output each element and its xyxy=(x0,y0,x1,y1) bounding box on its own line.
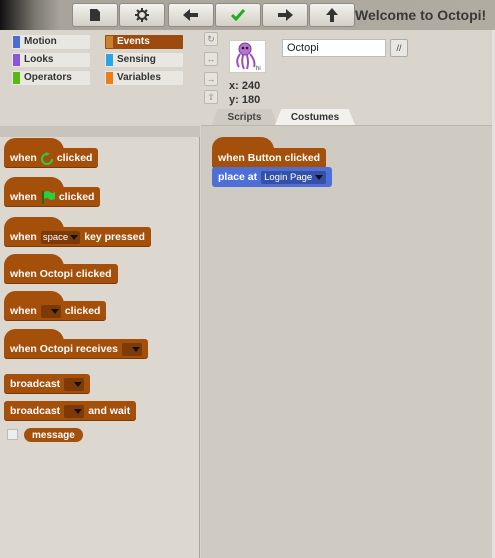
category-sensing[interactable]: Sensing xyxy=(105,53,183,67)
block-text: key pressed xyxy=(84,231,145,243)
arrow-right-icon[interactable]: → xyxy=(204,72,218,86)
block-when-clicked-1[interactable]: when clicked xyxy=(4,148,99,168)
rotate-icon[interactable]: ↻ xyxy=(204,32,218,46)
upload-arrow-up-icon xyxy=(326,8,338,22)
category-label: Motion xyxy=(24,36,57,47)
operators-swatch xyxy=(13,72,20,84)
script-when-button-clicked[interactable]: when Button clicked xyxy=(212,148,327,168)
new-file-button[interactable] xyxy=(72,3,118,27)
script-place-at[interactable]: place at Login Page xyxy=(212,167,333,187)
block-text: broadcast xyxy=(10,378,61,390)
block-text: when Button clicked xyxy=(218,152,321,164)
place-target-value: Login Page xyxy=(264,171,313,183)
place-target-dropdown[interactable]: Login Page xyxy=(261,170,327,184)
sprite-edit-button[interactable]: // xyxy=(390,39,408,57)
block-when-flag-clicked[interactable]: when clicked xyxy=(4,187,101,207)
looks-swatch xyxy=(13,54,20,66)
block-text: when xyxy=(10,231,37,243)
settings-gear-icon xyxy=(135,8,149,22)
block-broadcast-and-wait[interactable]: broadcast and wait xyxy=(4,401,137,421)
svg-text:hi: hi xyxy=(256,66,261,72)
motion-swatch xyxy=(13,36,20,48)
category-operators[interactable]: Operators xyxy=(12,71,90,85)
block-when-key-pressed[interactable]: when space key pressed xyxy=(4,227,151,247)
block-text: clicked xyxy=(56,152,93,164)
category-label: Variables xyxy=(117,72,161,83)
dropdown-arrow-icon xyxy=(50,308,59,314)
block-when-object-clicked[interactable]: when clicked xyxy=(4,301,107,321)
refresh-flag-icon xyxy=(40,151,53,165)
undo-button[interactable] xyxy=(168,3,214,27)
block-text: clicked xyxy=(64,305,101,317)
new-file-icon xyxy=(90,9,100,21)
object-dropdown[interactable] xyxy=(40,304,61,318)
toolbar: Welcome to Octopi! xyxy=(0,0,495,30)
checkmark-icon xyxy=(231,9,245,21)
sprite-name-field[interactable]: Octopi xyxy=(282,39,386,57)
category-looks[interactable]: Looks xyxy=(12,53,90,67)
sprite-rotation-tools: ↻ ↔ → ⇧ xyxy=(202,30,220,110)
message-reporter[interactable]: message xyxy=(24,428,83,442)
dropdown-arrow-icon xyxy=(131,346,140,352)
green-flag-icon xyxy=(41,190,55,204)
block-palette: when clicked when clicked when space key… xyxy=(0,137,200,558)
block-when-receives[interactable]: when Octopi receives xyxy=(4,339,148,359)
sprite-thumbnail[interactable]: hi xyxy=(229,40,266,73)
redo-button[interactable] xyxy=(262,3,308,27)
category-palette: Motion Events Looks Sensing Operators Va… xyxy=(0,30,200,126)
block-when-octopi-clicked[interactable]: when Octopi clicked xyxy=(4,264,118,284)
category-variables[interactable]: Variables xyxy=(105,71,183,85)
sprite-y-coordinate: y: 180 xyxy=(229,94,261,106)
palette-divider xyxy=(0,126,200,137)
block-text: clicked xyxy=(58,191,95,203)
dropdown-arrow-icon xyxy=(74,381,83,387)
block-broadcast[interactable]: broadcast xyxy=(4,374,91,394)
key-value: space xyxy=(42,231,69,243)
block-text: when xyxy=(10,152,37,164)
block-text: and wait xyxy=(88,405,131,417)
dropdown-arrow-icon xyxy=(315,174,324,180)
dropdown-arrow-icon xyxy=(74,408,83,414)
run-button[interactable] xyxy=(215,3,261,27)
sprite-x-coordinate: x: 240 xyxy=(229,80,261,92)
upload-button[interactable] xyxy=(309,3,355,27)
category-label: Looks xyxy=(24,54,54,65)
octopus-icon: hi xyxy=(236,42,261,72)
message-checkbox[interactable] xyxy=(7,429,18,440)
key-dropdown[interactable]: space xyxy=(40,230,81,244)
lock-icon[interactable]: ⇧ xyxy=(204,90,218,104)
app-title: Welcome to Octopi! xyxy=(355,7,487,23)
block-text: when xyxy=(10,305,37,317)
dropdown-arrow-icon xyxy=(70,234,79,240)
broadcast-wait-dropdown[interactable] xyxy=(64,404,85,418)
settings-button[interactable] xyxy=(119,3,165,27)
category-events[interactable]: Events xyxy=(105,35,183,49)
events-swatch xyxy=(106,36,113,48)
message-dropdown[interactable] xyxy=(121,342,142,356)
block-text: when xyxy=(10,191,37,203)
undo-arrow-left-icon xyxy=(183,9,198,21)
category-label: Events xyxy=(117,36,150,47)
block-text: place at xyxy=(218,171,258,183)
block-text: when Octopi clicked xyxy=(10,268,112,280)
redo-arrow-right-icon xyxy=(278,9,293,21)
sensing-swatch xyxy=(106,54,113,66)
broadcast-dropdown[interactable] xyxy=(64,377,85,391)
flip-horizontal-icon[interactable]: ↔ xyxy=(204,52,218,66)
block-text: when Octopi receives xyxy=(10,343,118,355)
variables-swatch xyxy=(106,72,113,84)
category-motion[interactable]: Motion xyxy=(12,35,90,49)
category-label: Operators xyxy=(24,72,72,83)
tab-costumes[interactable]: Costumes xyxy=(275,109,355,125)
category-label: Sensing xyxy=(117,54,156,65)
scripts-area[interactable]: when Button clicked place at Login Page xyxy=(201,125,495,558)
tab-scripts[interactable]: Scripts xyxy=(212,109,277,125)
block-text: broadcast xyxy=(10,405,61,417)
